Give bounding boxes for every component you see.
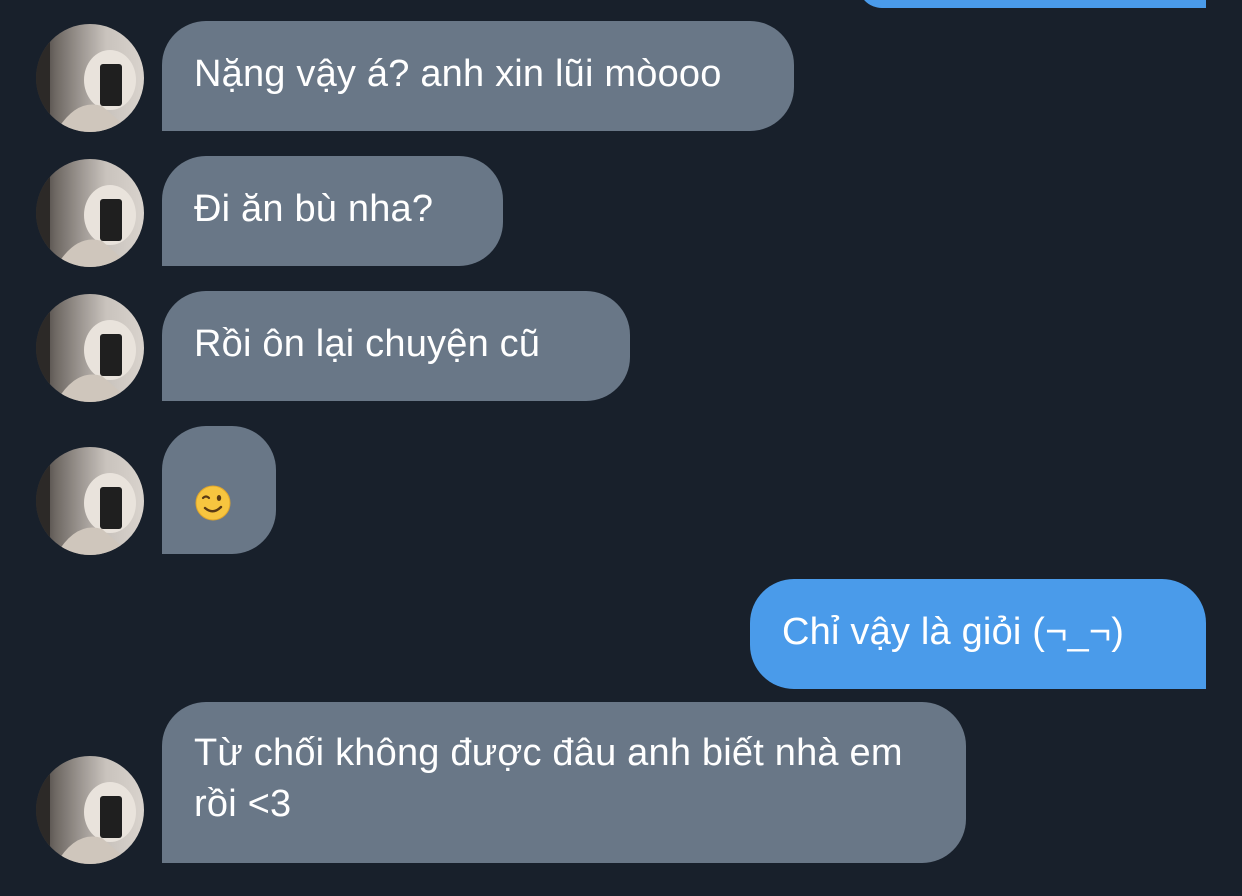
message-text: Rồi ôn lại chuyện cũ xyxy=(194,323,541,365)
sender-avatar[interactable] xyxy=(36,756,144,864)
chat-thread: Nặng vậy á? anh xin lũi mòooo Đi ăn bù n… xyxy=(0,0,1242,896)
message-text: Chỉ vậy là giỏi (¬_¬) xyxy=(782,611,1125,653)
message-text: Nặng vậy á? anh xin lũi mòooo xyxy=(194,53,722,95)
message-bubble-incoming[interactable]: Nặng vậy á? anh xin lũi mòooo xyxy=(162,21,794,131)
avatar-photo-icon xyxy=(36,756,136,864)
message-text: Từ chối không được đâu anh biết nhà em r… xyxy=(194,732,903,825)
sender-avatar[interactable] xyxy=(36,159,144,267)
sender-avatar[interactable] xyxy=(36,294,144,402)
message-bubble-incoming[interactable]: Từ chối không được đâu anh biết nhà em r… xyxy=(162,702,966,863)
message-text: Đi ăn bù nha? xyxy=(194,188,434,230)
sender-avatar[interactable] xyxy=(36,447,144,555)
message-bubble-outgoing[interactable]: Chỉ vậy là giỏi (¬_¬) xyxy=(750,579,1206,689)
message-bubble-outgoing-partial[interactable] xyxy=(858,0,1206,8)
message-bubble-incoming[interactable]: Đi ăn bù nha? xyxy=(162,156,503,266)
message-bubble-incoming[interactable]: Rồi ôn lại chuyện cũ xyxy=(162,291,630,401)
avatar-photo-icon xyxy=(36,159,136,267)
avatar-photo-icon xyxy=(36,24,136,132)
sender-avatar[interactable] xyxy=(36,24,144,132)
avatar-photo-icon xyxy=(36,447,136,555)
avatar-photo-icon xyxy=(36,294,136,402)
message-bubble-incoming-emoji[interactable] xyxy=(162,426,276,554)
winking-face-icon xyxy=(195,485,231,521)
